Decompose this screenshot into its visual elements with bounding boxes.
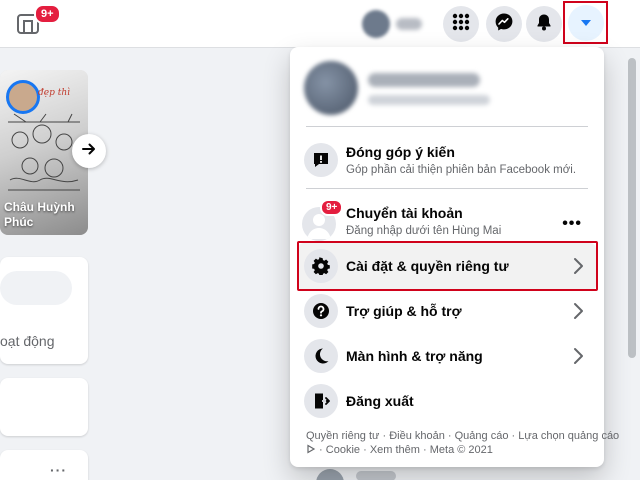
notification-count-badge: 9+ xyxy=(320,199,344,216)
copyright-text: Meta © 2021 xyxy=(429,444,493,456)
avatar xyxy=(6,80,40,114)
menu-profile-link[interactable] xyxy=(300,55,594,115)
menu-item-feedback[interactable]: Đóng góp ý kiến Góp phần cải thiện phiên… xyxy=(298,137,596,187)
cookie-link[interactable]: Cookie xyxy=(326,444,360,456)
settings-item-highlight xyxy=(297,241,598,291)
avatar xyxy=(362,10,390,38)
footer-separator: · xyxy=(444,430,455,442)
advertising-link[interactable]: Quảng cáo xyxy=(455,430,509,442)
divider xyxy=(306,126,588,127)
ad-choices-link[interactable]: Lựa chọn quảng cáo xyxy=(518,430,619,442)
chevron-right-icon xyxy=(574,348,583,364)
menu-item-display-accessibility[interactable]: Màn hình & trợ năng xyxy=(298,333,596,379)
create-post-card: oạt động xyxy=(0,257,88,364)
activity-label: oạt động xyxy=(0,333,55,349)
notification-count-badge: 9+ xyxy=(34,4,61,24)
menu-item-logout[interactable]: Đăng xuất xyxy=(298,378,596,424)
menu-item-description: Góp phần cải thiện phiên bản Facebook mớ… xyxy=(346,164,577,176)
post-options-button[interactable]: ··· xyxy=(50,462,67,478)
avatar xyxy=(304,61,358,115)
footer-separator: · xyxy=(508,430,519,442)
privacy-link[interactable]: Quyền riêng tư xyxy=(306,430,379,442)
profile-name-blurred xyxy=(396,18,422,30)
menu-item-label: Trợ giúp & hỗ trợ xyxy=(346,303,462,319)
divider xyxy=(306,188,588,189)
menu-item-label: Màn hình & trợ năng xyxy=(346,348,483,364)
profile-shortcut[interactable] xyxy=(362,10,428,38)
scrollbar-thumb[interactable] xyxy=(628,58,636,358)
chevron-right-icon xyxy=(574,303,583,319)
messenger-icon xyxy=(494,12,514,37)
ad-choices-icon xyxy=(307,444,316,454)
feed-post-card: ··· xyxy=(0,450,88,480)
logout-icon xyxy=(304,384,338,418)
terms-link[interactable]: Điều khoản xyxy=(389,430,445,442)
menu-item-label: Chuyển tài khoản xyxy=(346,205,463,221)
profile-subtitle-blurred xyxy=(368,95,490,105)
apps-grid-icon xyxy=(452,13,470,36)
caret-down-icon xyxy=(580,14,592,32)
menu-item-description: Đăng nhập dưới tên Hùng Mai xyxy=(346,225,502,237)
footer-separator: · xyxy=(379,430,390,442)
profile-name-blurred xyxy=(368,73,480,87)
menu-item-help-support[interactable]: Trợ giúp & hỗ trợ xyxy=(298,288,596,334)
feed-card xyxy=(0,378,88,436)
story-author-name: Châu Huỳnh Phúc xyxy=(4,200,75,229)
moon-icon xyxy=(304,339,338,373)
bell-icon xyxy=(535,13,553,36)
more-options-icon[interactable]: ••• xyxy=(562,215,582,233)
avatar xyxy=(316,469,344,480)
footer-separator: · xyxy=(419,444,430,456)
menu-button[interactable] xyxy=(443,6,479,42)
account-menu-button[interactable] xyxy=(568,5,604,41)
menu-footer-links: Quyền riêng tư · Điều khoản · Quảng cáo … xyxy=(306,429,619,457)
arrow-right-icon xyxy=(81,141,97,162)
footer-separator: · xyxy=(316,444,326,456)
top-navigation-bar: 9+ xyxy=(0,0,640,48)
footer-separator: · xyxy=(360,444,370,456)
messenger-button[interactable] xyxy=(486,6,522,42)
menu-item-label: Đăng xuất xyxy=(346,393,414,409)
peek-text-blurred xyxy=(356,471,396,480)
notifications-button[interactable] xyxy=(526,6,562,42)
see-more-link[interactable]: Xem thêm xyxy=(370,444,420,456)
story-caption: đẹp thì xyxy=(38,88,71,98)
stories-next-button[interactable] xyxy=(72,134,106,168)
page-scrollbar[interactable] xyxy=(624,48,640,480)
account-button-highlight xyxy=(563,1,608,44)
menu-item-label: Đóng góp ý kiến xyxy=(346,144,455,160)
feedback-icon xyxy=(304,143,338,177)
background-feed-item xyxy=(316,467,556,480)
post-input[interactable] xyxy=(0,271,72,305)
question-icon xyxy=(304,294,338,328)
